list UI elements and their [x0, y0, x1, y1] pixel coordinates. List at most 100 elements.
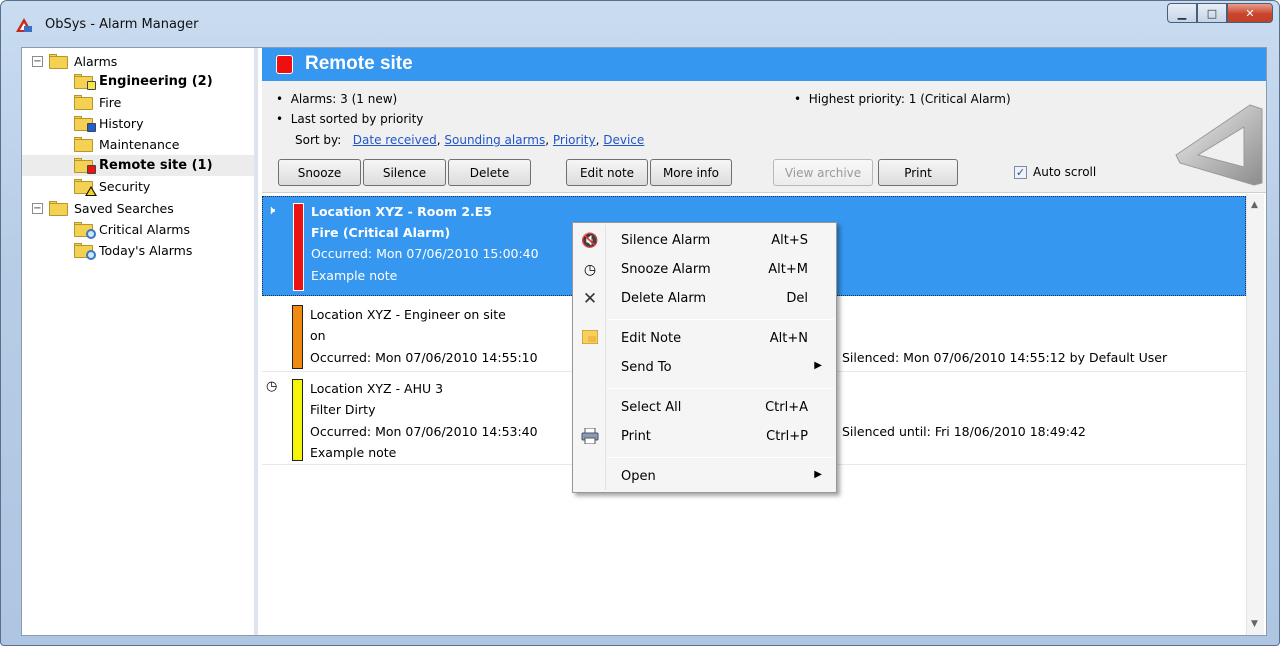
tree-item-critical-alarms[interactable]: Critical Alarms: [74, 219, 190, 240]
alarm-note: Example note: [310, 445, 397, 460]
menu-item-open[interactable]: Open ▶: [575, 464, 834, 490]
menu-item-label: Silence Alarm: [621, 233, 711, 248]
last-sorted: • Last sorted by priority: [276, 112, 424, 126]
menu-item-label: Delete Alarm: [621, 291, 707, 306]
alarm-description: Filter Dirty: [310, 402, 376, 417]
menu-item-edit-note[interactable]: Edit Note Alt+N: [575, 326, 834, 352]
alarm-occurred: Occurred: Mon 07/06/2010 14:55:10: [310, 350, 538, 365]
mute-icon: 🔇: [581, 233, 599, 249]
menu-item-snooze-alarm[interactable]: ◷ Snooze Alarm Alt+M: [575, 257, 834, 283]
print-button[interactable]: Print: [878, 159, 958, 186]
menu-separator: [607, 388, 834, 389]
menu-item-label: Send To: [621, 360, 672, 375]
edit-note-button[interactable]: Edit note: [566, 159, 648, 186]
menu-item-label: Snooze Alarm: [621, 262, 711, 277]
submenu-arrow-icon: ▶: [814, 469, 822, 480]
tree-item-security[interactable]: Security: [74, 176, 150, 197]
folder-icon: [74, 95, 94, 110]
menu-item-shortcut: Alt+M: [768, 262, 808, 277]
scroll-down-icon[interactable]: ▼: [1251, 619, 1258, 629]
sidebar-tree: − Alarms Engineering (2) Fire History Ma…: [22, 48, 258, 635]
alarm-description: Fire (Critical Alarm): [311, 225, 451, 240]
folder-icon: [74, 158, 96, 174]
priority-indicator: [292, 379, 303, 461]
tree-item-history[interactable]: History: [74, 113, 143, 134]
tree-item-label: Remote site (1): [99, 158, 213, 173]
more-info-button[interactable]: More info: [650, 159, 732, 186]
close-button[interactable]: ✕: [1227, 3, 1273, 23]
menu-item-print[interactable]: Print Ctrl+P: [575, 424, 834, 450]
priority-indicator: [292, 305, 303, 369]
scroll-up-icon[interactable]: ▲: [1251, 200, 1258, 210]
minimize-button[interactable]: ▁: [1167, 3, 1197, 23]
menu-item-label: Edit Note: [621, 331, 682, 346]
tree-item-label: Maintenance: [99, 137, 180, 152]
window-title: ObSys - Alarm Manager: [45, 17, 199, 32]
tree-item-remote-site[interactable]: Remote site (1): [22, 155, 254, 176]
tree-item-label: Today's Alarms: [99, 243, 193, 258]
menu-separator: [607, 319, 834, 320]
delete-button[interactable]: Delete: [448, 159, 531, 186]
tree-item-saved-searches[interactable]: − Saved Searches: [32, 198, 174, 219]
alarm-occurred: Occurred: Mon 07/06/2010 15:00:40: [311, 246, 539, 261]
tree-item-fire[interactable]: Fire: [74, 92, 121, 113]
menu-item-delete-alarm[interactable]: ✕ Delete Alarm Del: [575, 286, 834, 312]
priority-indicator: [293, 203, 304, 291]
note-icon: [581, 329, 599, 348]
tree-item-label: Security: [99, 179, 151, 194]
snooze-button[interactable]: Snooze: [278, 159, 361, 186]
sort-link-date[interactable]: Date received: [353, 133, 437, 147]
folder-icon: [49, 201, 69, 216]
speaker-icon: 🕨: [267, 203, 276, 218]
alarm-description: on: [310, 328, 326, 343]
search-folder-icon: [74, 243, 96, 260]
collapse-icon[interactable]: −: [32, 203, 43, 214]
auto-scroll-label: Auto scroll: [1033, 165, 1097, 179]
menu-item-shortcut: Alt+N: [769, 331, 808, 346]
alarm-status: Silenced until: Fri 18/06/2010 18:49:42: [842, 424, 1086, 439]
sort-link-sounding[interactable]: Sounding alarms: [444, 133, 545, 147]
tree-item-engineering[interactable]: Engineering (2): [74, 71, 213, 92]
sort-link-device[interactable]: Device: [603, 133, 644, 147]
clock-icon: ◷: [266, 379, 278, 394]
alarm-location: Location XYZ - Engineer on site: [310, 307, 506, 322]
menu-item-send-to[interactable]: Send To ▶: [575, 355, 834, 381]
menu-item-label: Open: [621, 469, 656, 484]
auto-scroll-checkbox[interactable]: ✓: [1014, 166, 1027, 179]
menu-item-shortcut: Ctrl+P: [766, 429, 808, 444]
menu-item-silence-alarm[interactable]: 🔇 Silence Alarm Alt+S: [575, 228, 834, 254]
obsys-logo-icon: [1175, 104, 1263, 186]
context-menu: 🔇 Silence Alarm Alt+S ◷ Snooze Alarm Alt…: [572, 222, 837, 493]
tree-item-label: History: [99, 116, 144, 131]
menu-item-shortcut: Del: [786, 291, 808, 306]
alarm-status: Silenced: Mon 07/06/2010 14:55:12 by Def…: [842, 350, 1168, 365]
tree-item-todays-alarms[interactable]: Today's Alarms: [74, 240, 192, 261]
folder-icon: [49, 54, 69, 69]
folder-icon: [74, 116, 96, 132]
sort-link-priority[interactable]: Priority: [553, 133, 596, 147]
folder-icon: [74, 74, 96, 90]
maximize-icon: □: [1206, 6, 1218, 20]
view-archive-button[interactable]: View archive: [773, 159, 873, 186]
tree-item-label: Critical Alarms: [99, 222, 190, 237]
maximize-button[interactable]: □: [1197, 3, 1227, 23]
silence-button[interactable]: Silence: [363, 159, 446, 186]
alarm-location: Location XYZ - Room 2.E5: [311, 204, 492, 219]
tree-item-maintenance[interactable]: Maintenance: [74, 134, 180, 155]
delete-icon: ✕: [582, 289, 598, 309]
vertical-scrollbar[interactable]: ▲ ▼: [1246, 194, 1264, 635]
alarm-note: Example note: [311, 268, 398, 283]
folder-icon: [74, 137, 94, 152]
menu-item-select-all[interactable]: Select All Ctrl+A: [575, 395, 834, 421]
submenu-arrow-icon: ▶: [814, 360, 822, 371]
sort-by-label: Sort by:: [295, 133, 342, 147]
collapse-icon[interactable]: −: [32, 56, 43, 67]
clock-icon: ◷: [583, 262, 597, 278]
tree-item-alarms[interactable]: − Alarms: [32, 51, 117, 72]
priority-swatch: [276, 55, 293, 74]
title-bar[interactable]: ObSys - Alarm Manager ▁ □ ✕: [1, 1, 1279, 47]
info-panel: • Alarms: 3 (1 new) • Last sorted by pri…: [262, 81, 1266, 193]
search-folder-icon: [74, 222, 96, 239]
app-logo-icon: [16, 18, 32, 32]
alarm-count: • Alarms: 3 (1 new): [276, 92, 398, 106]
